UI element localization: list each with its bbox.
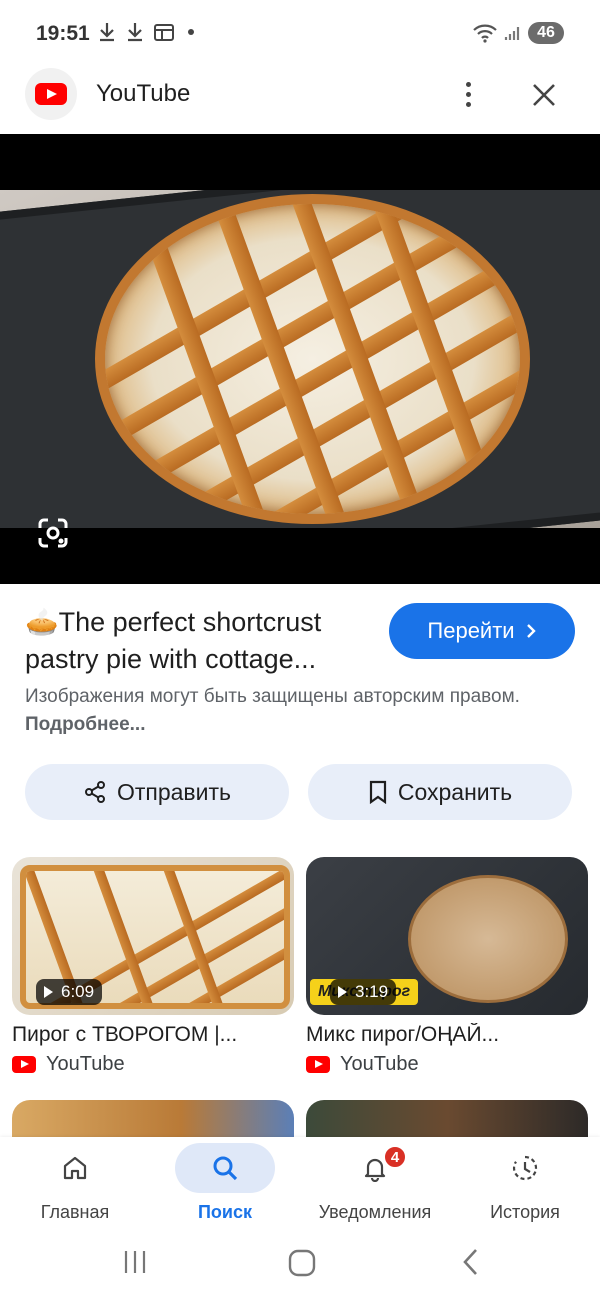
pie-lattice <box>105 204 520 514</box>
app-header: YouTube <box>0 66 600 130</box>
youtube-icon <box>12 1056 36 1073</box>
nav-notifications-label: Уведомления <box>318 1202 432 1222</box>
play-icon <box>44 986 53 998</box>
related-card[interactable]: Микс пирог 3:19 Микс пирог/ОҢАЙ... YouTu… <box>306 857 588 1076</box>
result-title[interactable]: 🥧The perfect shortcrust pastry pie with … <box>25 604 370 678</box>
save-button-label: Сохранить <box>397 778 513 805</box>
download-icon <box>128 23 142 42</box>
nav-search[interactable]: Поиск <box>150 1143 300 1223</box>
related-source: YouTube <box>12 1053 294 1076</box>
nav-search-label: Поиск <box>197 1202 253 1222</box>
status-system-icons: 46 <box>472 22 564 44</box>
calendar-icon <box>154 24 174 41</box>
signal-icon <box>504 27 520 40</box>
more-notifications-dot <box>188 29 194 35</box>
share-icon <box>84 781 105 803</box>
google-lens-icon[interactable] <box>36 516 70 550</box>
copyright-text: Изображения могут быть защищены авторски… <box>25 686 520 707</box>
related-card[interactable]: 6:09 Пирог с ТВОРОГОМ |... YouTube <box>12 857 294 1076</box>
related-thumbnail-partial[interactable] <box>12 1100 294 1138</box>
learn-more-link[interactable]: Подробнее... <box>25 714 145 735</box>
nav-history[interactable]: История <box>450 1143 600 1223</box>
more-options-button[interactable] <box>452 76 484 112</box>
pie <box>95 194 530 524</box>
home-button-icon[interactable] <box>288 1249 316 1277</box>
visit-button[interactable]: Перейти <box>389 603 575 659</box>
back-icon[interactable] <box>460 1247 482 1277</box>
battery-indicator: 46 <box>528 22 564 44</box>
bookmark-icon <box>369 780 386 804</box>
download-icon <box>100 23 114 42</box>
home-icon <box>63 1156 87 1180</box>
copyright-notice: Изображения могут быть защищены авторски… <box>25 683 565 739</box>
duration-badge: 6:09 <box>36 979 103 1005</box>
notification-badge: 4 <box>383 1145 407 1169</box>
status-notification-icons <box>98 22 194 42</box>
recent-apps-icon[interactable] <box>122 1249 148 1275</box>
bottom-navigation: Главная Поиск 4 Уведомления История <box>0 1137 600 1237</box>
header-title: YouTube <box>96 80 191 107</box>
nav-home[interactable]: Главная <box>0 1143 150 1223</box>
system-navigation-bar <box>0 1237 600 1299</box>
pie-photo <box>0 190 600 528</box>
youtube-icon <box>306 1056 330 1073</box>
related-thumbnail[interactable]: Микс пирог 3:19 <box>306 857 588 1015</box>
nav-home-label: Главная <box>40 1202 110 1222</box>
related-title[interactable]: Микс пирог/ОҢАЙ... <box>306 1023 588 1047</box>
preview-image[interactable] <box>0 134 600 584</box>
share-button[interactable]: Отправить <box>25 764 289 820</box>
nav-history-label: История <box>490 1202 560 1222</box>
pie-image <box>408 875 568 1003</box>
search-icon <box>213 1156 238 1181</box>
youtube-icon <box>35 83 67 105</box>
related-source: YouTube <box>306 1053 588 1076</box>
history-icon <box>512 1155 538 1181</box>
play-icon <box>338 986 347 998</box>
related-title[interactable]: Пирог с ТВОРОГОМ |... <box>12 1023 294 1047</box>
visit-button-label: Перейти <box>427 618 515 643</box>
close-icon[interactable] <box>527 78 561 112</box>
share-button-label: Отправить <box>116 778 232 805</box>
status-bar: 19:51 46 <box>0 0 600 70</box>
result-title-block: 🥧The perfect shortcrust pastry pie with … <box>25 604 370 678</box>
chevron-right-icon <box>526 624 536 638</box>
wifi-icon <box>473 24 497 43</box>
duration-badge: 3:19 <box>330 979 397 1005</box>
related-thumbnail[interactable]: 6:09 <box>12 857 294 1015</box>
youtube-logo <box>25 68 77 120</box>
nav-notifications[interactable]: 4 Уведомления <box>300 1143 450 1223</box>
related-thumbnail-partial[interactable] <box>306 1100 588 1138</box>
status-time: 19:51 <box>36 22 90 45</box>
save-button[interactable]: Сохранить <box>308 764 572 820</box>
